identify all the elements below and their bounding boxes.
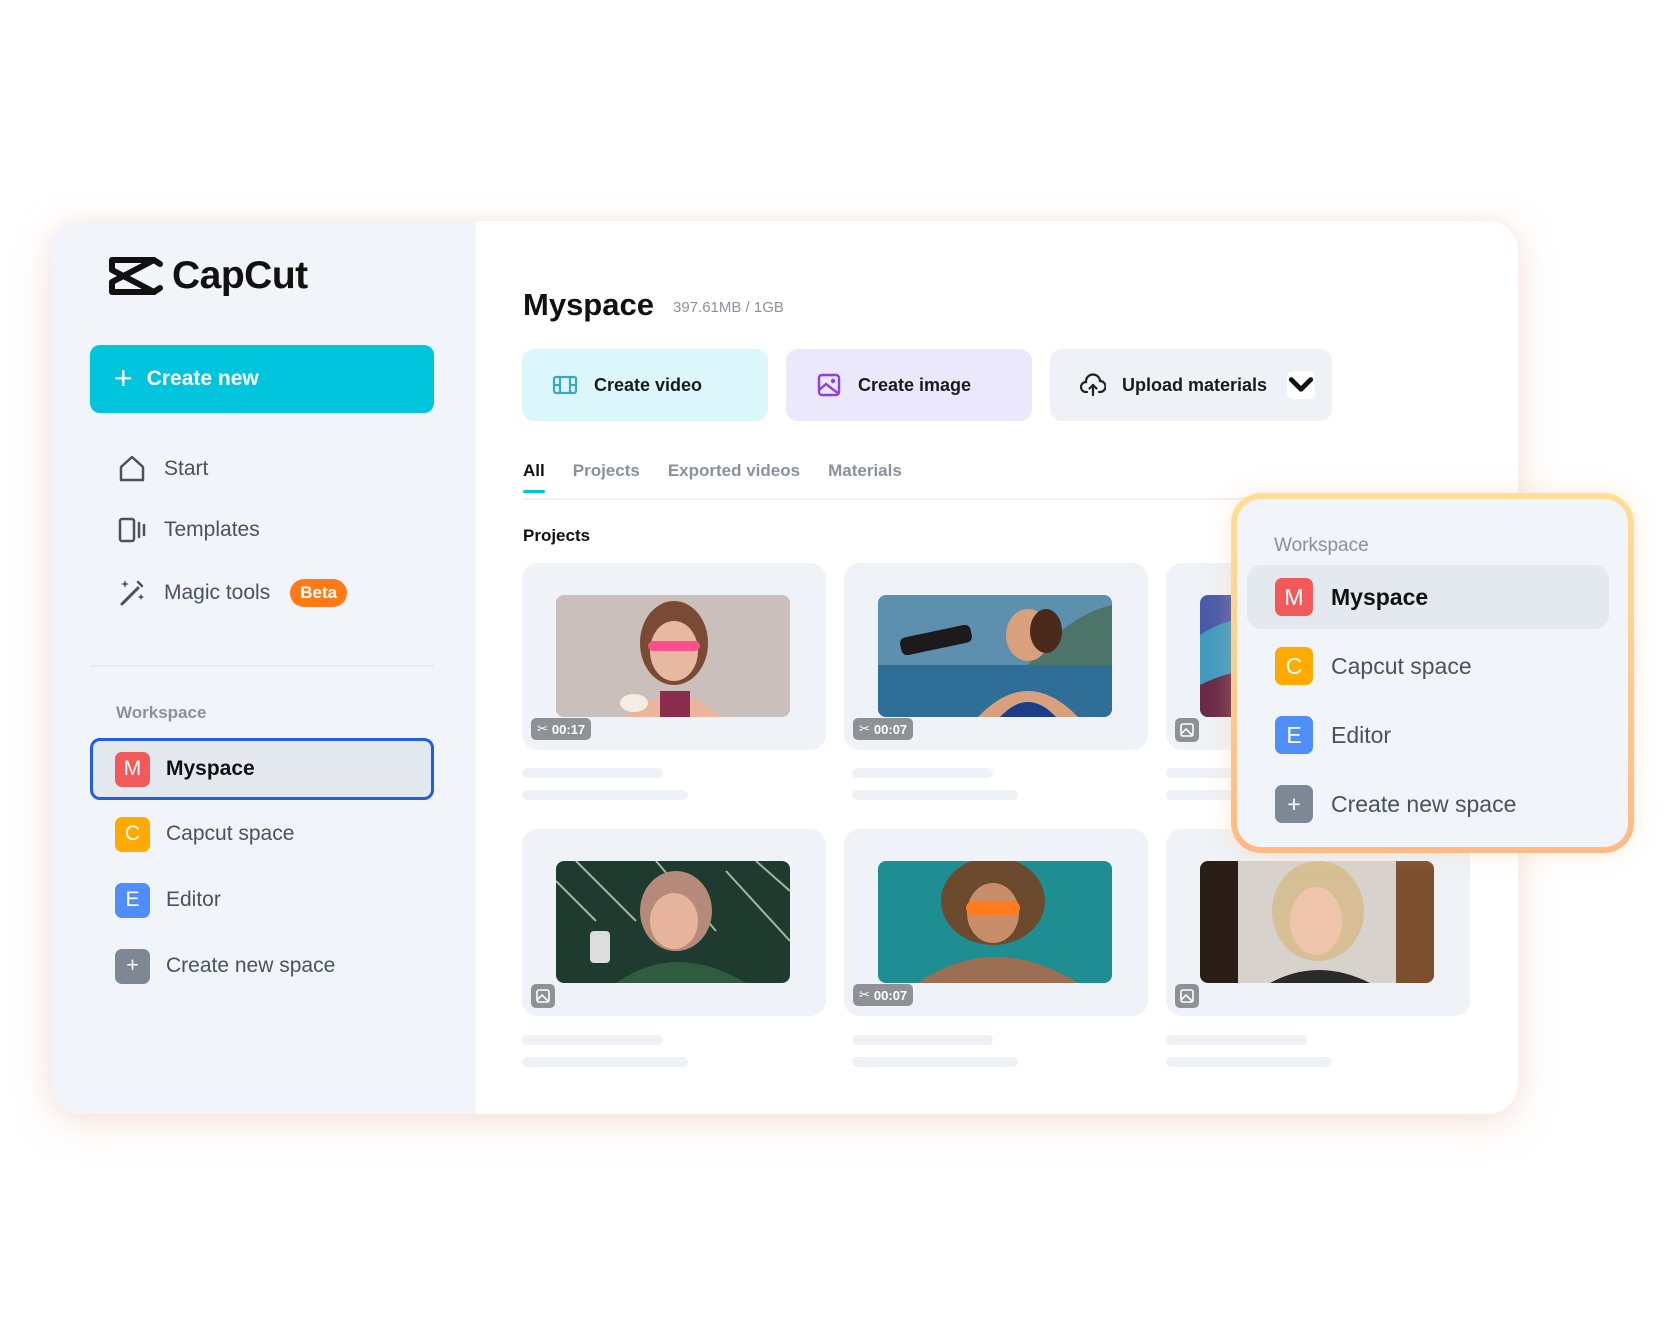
subtitle-placeholder	[852, 1057, 1018, 1067]
subtitle-placeholder	[852, 790, 1018, 800]
subtitle-placeholder	[1166, 1057, 1332, 1067]
section-title-projects: Projects	[523, 526, 591, 545]
sidebar-item-label: Start	[164, 457, 209, 480]
sidebar-item-templates[interactable]: Templates	[116, 514, 260, 546]
upload-materials-button[interactable]: Upload materials	[1050, 349, 1332, 421]
workspace-avatar-c: C	[1275, 647, 1313, 685]
sidebar-item-start[interactable]: Start	[116, 453, 208, 485]
workspace-item-capcut-space[interactable]: C Capcut space	[90, 803, 434, 865]
create-new-button[interactable]: + Create new	[90, 345, 434, 413]
tab-exported-videos[interactable]: Exported videos	[668, 461, 800, 493]
workspace-avatar-c: C	[115, 816, 150, 852]
image-type-icon	[531, 984, 555, 1008]
workspace-avatar-e: E	[1275, 716, 1313, 754]
title-placeholder	[852, 768, 993, 778]
title-placeholder	[852, 1035, 993, 1045]
title-placeholder	[522, 768, 663, 778]
project-thumbnail	[556, 861, 790, 983]
templates-icon	[118, 517, 146, 543]
film-icon	[552, 375, 578, 395]
popup-create-new-space[interactable]: + Create new space	[1247, 772, 1609, 836]
popup-item-myspace[interactable]: M Myspace	[1247, 565, 1609, 629]
duration-text: 00:07	[873, 987, 908, 1003]
popup-item-editor[interactable]: E Editor	[1247, 703, 1609, 767]
image-type-icon	[1175, 984, 1199, 1008]
workspace-avatar-m: M	[115, 751, 150, 787]
sidebar-item-magic-tools[interactable]: Magic tools Beta	[116, 577, 348, 609]
page-title: Myspace	[523, 287, 654, 322]
scissors-icon: ✂	[859, 721, 870, 736]
sidebar-item-label: Templates	[164, 518, 260, 541]
sidebar: CapCut + Create new Start Templates Magi…	[51, 221, 476, 1114]
create-image-label: Create image	[858, 374, 972, 395]
plus-icon: +	[1275, 785, 1313, 823]
duration-badge: ✂ 00:07	[853, 984, 914, 1006]
create-image-button[interactable]: Create image	[786, 349, 1032, 421]
create-video-label: Create video	[594, 374, 703, 395]
content-tabs: All Projects Exported videos Materials	[523, 461, 902, 493]
image-icon	[817, 373, 841, 397]
popup-item-label: Myspace	[1331, 583, 1429, 610]
plus-icon: +	[114, 359, 133, 396]
scissors-icon: ✂	[537, 721, 548, 736]
project-thumbnail	[556, 595, 790, 717]
subtitle-placeholder	[522, 790, 688, 800]
home-icon	[119, 455, 145, 482]
duration-text: 00:17	[551, 721, 586, 737]
workspace-item-label: Myspace	[166, 757, 255, 780]
storage-usage: 397.61MB / 1GB	[673, 299, 784, 316]
workspace-switcher-popup: Workspace M Myspace C Capcut space E Edi…	[1231, 493, 1634, 853]
sidebar-divider	[90, 665, 434, 667]
tab-all[interactable]: All	[523, 461, 545, 493]
upload-materials-label: Upload materials	[1122, 374, 1268, 395]
sidebar-item-label: Magic tools	[164, 581, 271, 604]
tab-projects[interactable]: Projects	[573, 461, 640, 493]
create-new-space-button[interactable]: + Create new space	[90, 935, 434, 997]
cloud-upload-icon	[1080, 373, 1106, 397]
chevron-down-icon	[1288, 377, 1314, 392]
tab-materials[interactable]: Materials	[828, 461, 902, 493]
duration-text: 00:07	[873, 721, 908, 737]
project-card[interactable]: ✂ 00:07	[844, 563, 1148, 750]
popup-item-label: Capcut space	[1331, 652, 1472, 679]
scissors-icon: ✂	[859, 987, 870, 1002]
popup-item-label: Create new space	[1331, 790, 1517, 817]
project-card[interactable]: ✂ 00:17	[522, 563, 826, 750]
capcut-logo[interactable]: CapCut	[108, 254, 308, 298]
logo-text: CapCut	[172, 254, 308, 297]
popup-item-label: Editor	[1331, 721, 1392, 748]
subtitle-placeholder	[522, 1057, 688, 1067]
project-thumbnail	[878, 861, 1112, 983]
create-new-label: Create new	[146, 367, 259, 390]
popup-workspace-label: Workspace	[1274, 535, 1369, 556]
workspace-item-editor[interactable]: E Editor	[90, 869, 434, 931]
workspace-item-label: Create new space	[166, 954, 336, 977]
capcut-logo-icon	[109, 257, 163, 295]
workspace-item-myspace[interactable]: M Myspace	[90, 738, 434, 800]
workspace-item-label: Editor	[166, 888, 221, 911]
beta-badge: Beta	[290, 579, 348, 607]
project-thumbnail	[878, 595, 1112, 717]
workspace-label: Workspace	[116, 703, 207, 722]
project-card[interactable]	[522, 829, 826, 1016]
workspace-avatar-e: E	[115, 882, 150, 918]
duration-badge: ✂ 00:07	[853, 718, 914, 740]
workspace-avatar-m: M	[1275, 578, 1313, 616]
popup-item-capcut-space[interactable]: C Capcut space	[1247, 634, 1609, 698]
project-card[interactable]	[1166, 829, 1470, 1016]
title-placeholder	[1166, 1035, 1307, 1045]
project-thumbnail	[1200, 861, 1434, 983]
magic-wand-icon	[120, 580, 144, 606]
create-video-button[interactable]: Create video	[522, 349, 768, 421]
image-type-icon	[1175, 718, 1199, 742]
duration-badge: ✂ 00:17	[531, 718, 592, 740]
project-card[interactable]: ✂ 00:07	[844, 829, 1148, 1016]
plus-icon: +	[115, 948, 150, 984]
workspace-item-label: Capcut space	[166, 822, 295, 845]
title-placeholder	[522, 1035, 663, 1045]
upload-dropdown-toggle[interactable]	[1287, 371, 1316, 399]
